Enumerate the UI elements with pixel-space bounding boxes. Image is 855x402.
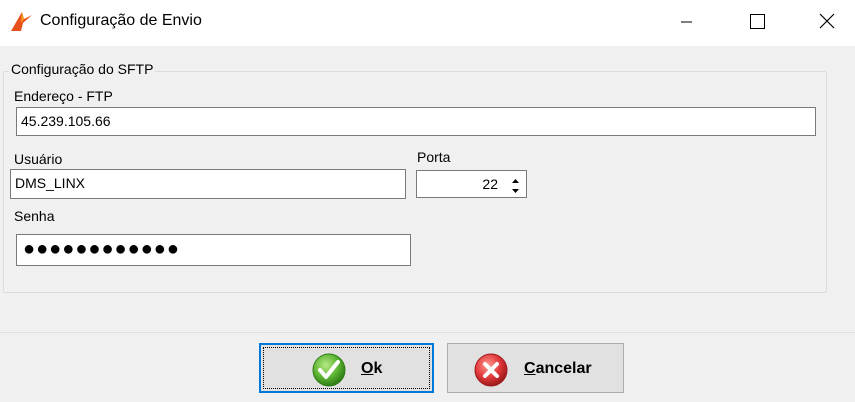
- porta-spin-buttons: [507, 173, 524, 195]
- minimize-button[interactable]: [663, 0, 709, 42]
- password-mask: ●●●●●●●●●●●●: [23, 238, 180, 260]
- sftp-group-title: Configuração do SFTP: [9, 60, 156, 78]
- maximize-button[interactable]: [733, 0, 779, 42]
- cancel-x-icon: [473, 352, 509, 388]
- ok-button[interactable]: Ok: [259, 343, 434, 393]
- title-bar: Configuração de Envio: [0, 0, 855, 46]
- caret-down-icon: [512, 189, 519, 193]
- porta-label: Porta: [417, 149, 451, 165]
- endereco-input[interactable]: 45.239.105.66: [16, 107, 816, 136]
- porta-value: 22: [482, 176, 498, 192]
- cancel-label: Cancelar: [524, 360, 592, 377]
- usuario-input[interactable]: DMS_LINX: [10, 169, 406, 199]
- cancel-button[interactable]: Cancelar: [447, 343, 624, 393]
- senha-label: Senha: [14, 208, 55, 224]
- endereco-value: 45.239.105.66: [21, 113, 111, 129]
- check-icon: [311, 352, 347, 388]
- app-logo-icon: [9, 9, 33, 33]
- dialog-body: Configuração do SFTP Endereço - FTP 45.2…: [0, 46, 855, 402]
- usuario-value: DMS_LINX: [15, 175, 86, 191]
- close-button[interactable]: [803, 0, 849, 42]
- maximize-icon: [750, 14, 765, 29]
- senha-input[interactable]: ●●●●●●●●●●●●: [16, 234, 411, 266]
- minimize-icon: [681, 21, 692, 23]
- spin-down-button[interactable]: [507, 184, 524, 195]
- window-title: Configuração de Envio: [40, 12, 202, 29]
- ok-label: Ok: [361, 360, 383, 377]
- spin-up-button[interactable]: [507, 173, 524, 184]
- porta-spinbox[interactable]: 22: [416, 170, 527, 198]
- close-icon: [819, 13, 835, 29]
- endereco-label: Endereço - FTP: [14, 88, 113, 104]
- usuario-label: Usuário: [14, 151, 63, 167]
